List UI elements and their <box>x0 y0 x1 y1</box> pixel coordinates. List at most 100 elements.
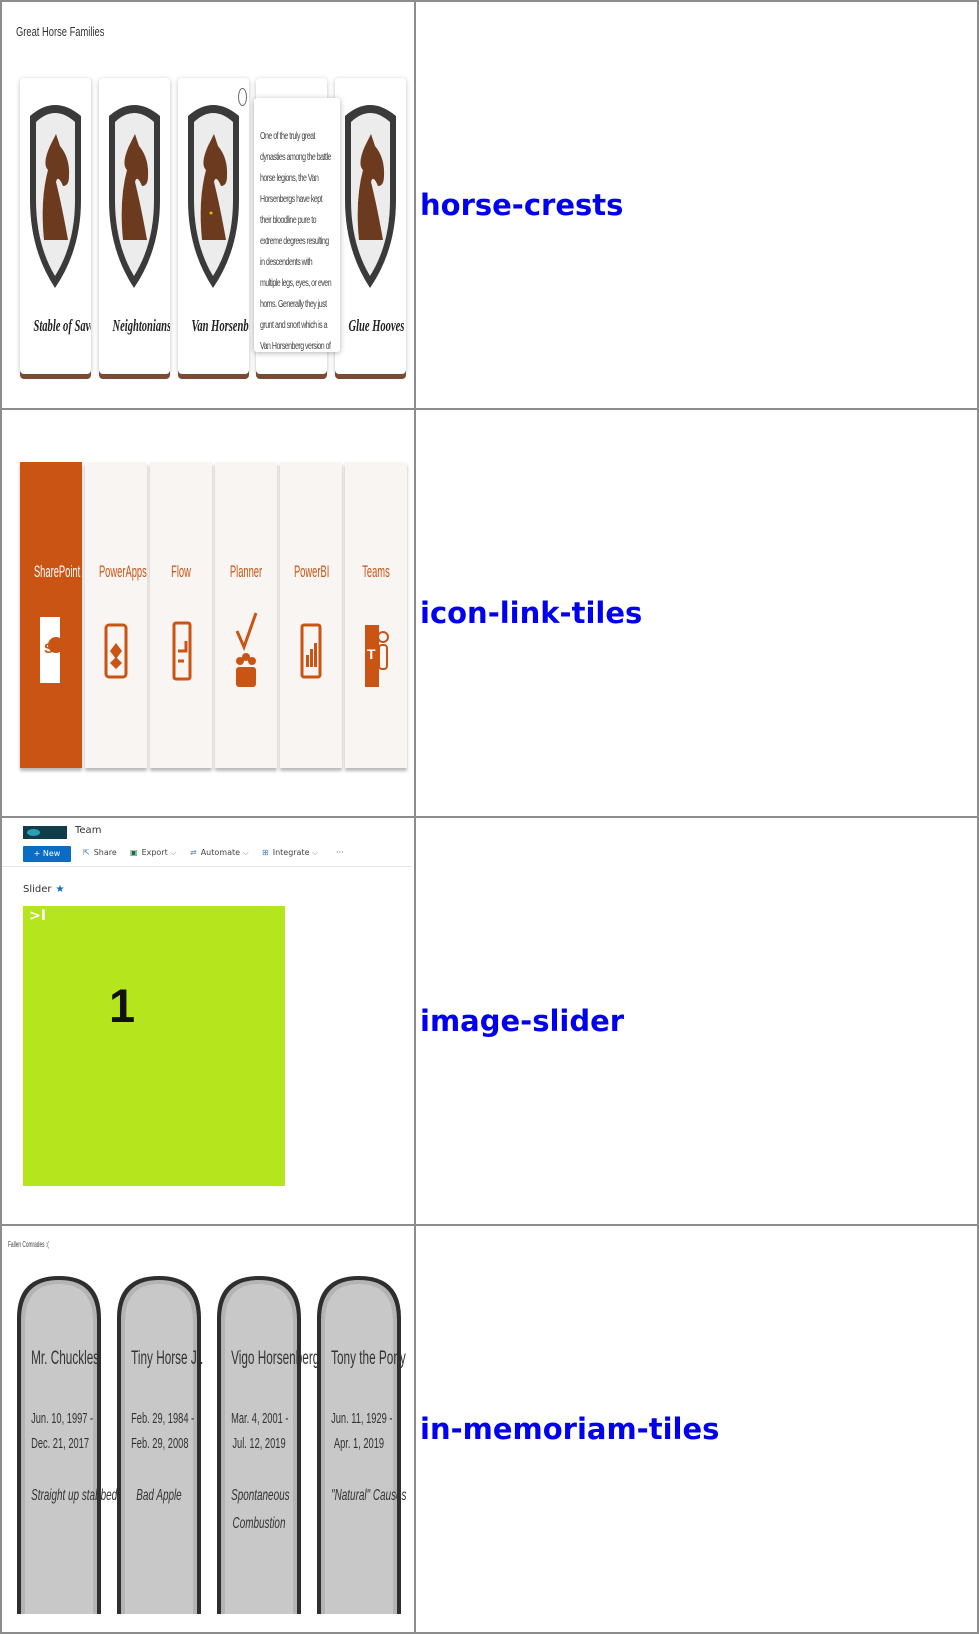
tile-flow[interactable]: Flow <box>150 462 212 768</box>
tile-label: Teams <box>362 562 390 581</box>
in-memoriam-tiles-link[interactable]: in-memoriam-tiles <box>420 1412 719 1446</box>
death-date: Jul. 12, 2019 <box>232 1435 286 1452</box>
crest-card[interactable]: Glue Hooves <box>335 78 406 374</box>
stone-dates: Jun. 10, 1997 - Dec. 21, 2017 <box>31 1406 94 1456</box>
birth-date: Feb. 29, 1984 - <box>131 1410 195 1427</box>
horse-crests-link[interactable]: horse-crests <box>420 188 623 222</box>
death-date: Apr. 1, 2019 <box>333 1435 385 1452</box>
tile-label: PowerBI <box>293 562 330 581</box>
crest-name: Stable of Savoy <box>33 316 91 335</box>
stone-cause: Straight up stabbed <box>31 1482 117 1510</box>
stone-cause: Spontaneous Combustion <box>231 1482 290 1538</box>
table-row: Team + New ⇱ Share ▣ Export ⌵ ⇌ Automate ⌵ … <box>0 816 979 1226</box>
teams-icon: T <box>356 610 396 690</box>
shield-icon <box>345 105 396 288</box>
tombstone[interactable]: Vigo Horsenberg Mar. 4, 2001 - Jul. 12, 2… <box>214 1274 320 1620</box>
crest-card[interactable]: Van Horsenbergs <box>178 78 249 374</box>
icon-link-tiles-preview: SharePoint S PowerApps Flow Planner Powe… <box>0 408 416 818</box>
section-title: Fallen Comrades :( <box>8 1240 49 1249</box>
next-slide-button[interactable]: >I <box>29 908 46 924</box>
table-row: Great Horse Families Stable of Savoy <box>0 0 979 410</box>
death-date: Dec. 21, 2017 <box>31 1435 90 1452</box>
sample-name-cell: image-slider <box>414 816 979 1226</box>
export-button[interactable]: ▣ Export ⌵ <box>130 848 176 858</box>
chevron-down-icon: ⌵ <box>242 848 249 857</box>
planner-icon <box>226 610 266 690</box>
cause-line: Combustion <box>232 1515 286 1532</box>
integrate-label: Integrate <box>272 848 310 857</box>
tile-label: Planner <box>229 562 263 581</box>
page-title-text: Slider <box>23 884 52 895</box>
page-title: Slider ★ <box>23 884 64 895</box>
integrate-icon: ⊞ <box>262 848 269 857</box>
shield-icon <box>109 105 160 288</box>
powerapps-icon <box>96 610 136 690</box>
crest-tooltip: One of the truly great dynasties among t… <box>254 98 340 352</box>
sample-name-cell: icon-link-tiles <box>414 408 979 818</box>
tile-label: Flow <box>171 562 191 581</box>
table-row: SharePoint S PowerApps Flow Planner Powe… <box>0 408 979 818</box>
stone-cause: Bad Apple <box>131 1482 187 1510</box>
share-label: Share <box>93 848 117 857</box>
sample-name-cell: horse-crests <box>414 0 979 410</box>
tile-sharepoint[interactable]: SharePoint S <box>20 462 82 768</box>
powerbi-icon <box>291 610 331 690</box>
icon-link-tiles-link[interactable]: icon-link-tiles <box>420 596 642 630</box>
stone-dates: Jun. 11, 1929 - Apr. 1, 2019 <box>331 1406 392 1456</box>
tooltip-text: One of the truly great dynasties among t… <box>260 131 332 352</box>
new-button[interactable]: + New <box>23 846 71 862</box>
share-button[interactable]: ⇱ Share <box>83 848 117 857</box>
tile-powerbi[interactable]: PowerBI <box>280 462 342 768</box>
shield-icon <box>188 105 239 288</box>
birth-date: Jun. 10, 1997 - <box>31 1410 94 1427</box>
crest-name: Glue Hooves <box>348 316 405 335</box>
table-row: Fallen Comrades :( Mr. Chuckles Jun. 10,… <box>0 1224 979 1634</box>
image-slider-link[interactable]: image-slider <box>420 1004 624 1038</box>
stone-name: Tony the Pony <box>331 1348 406 1369</box>
tile-planner[interactable]: Planner <box>215 462 277 768</box>
slide[interactable]: >I 1 <box>23 906 285 1186</box>
sample-name-cell: in-memoriam-tiles <box>414 1224 979 1634</box>
svg-text:S: S <box>44 640 53 656</box>
tile-teams[interactable]: Teams T <box>345 462 407 768</box>
crest-card[interactable]: Stable of Savoy <box>20 78 91 374</box>
star-icon[interactable]: ★ <box>56 884 65 895</box>
chevron-down-icon: ⌵ <box>312 848 319 857</box>
in-memoriam-preview: Fallen Comrades :( Mr. Chuckles Jun. 10,… <box>0 1224 416 1634</box>
share-icon: ⇱ <box>83 848 90 857</box>
site-header: Team <box>3 819 412 842</box>
slide-number: 1 <box>109 979 136 1032</box>
automate-button[interactable]: ⇌ Automate ⌵ <box>190 848 249 858</box>
site-logo[interactable] <box>23 826 67 839</box>
stone-dates: Mar. 4, 2001 - Jul. 12, 2019 <box>231 1406 289 1456</box>
crest-name: Neightonians <box>112 316 170 335</box>
svg-text:T: T <box>367 646 376 662</box>
samples-table: Great Horse Families Stable of Savoy <box>0 0 979 1634</box>
cause-line: Bad Apple <box>136 1487 182 1504</box>
automate-icon: ⇌ <box>190 848 197 857</box>
stone-name: Vigo Horsenberg <box>231 1348 320 1369</box>
more-button[interactable]: ··· <box>336 848 344 857</box>
chevron-down-icon: ⌵ <box>170 848 177 857</box>
automate-label: Automate <box>200 848 241 857</box>
integrate-button[interactable]: ⊞ Integrate ⌵ <box>262 848 318 858</box>
tombstone[interactable]: Mr. Chuckles Jun. 10, 1997 - Dec. 21, 201… <box>14 1274 117 1620</box>
section-title: Great Horse Families <box>16 24 105 39</box>
cause-line: Spontaneous <box>231 1487 290 1504</box>
excel-icon: ▣ <box>130 848 138 857</box>
stone-name: Mr. Chuckles <box>31 1348 100 1369</box>
tombstone[interactable]: Tiny Horse Jr. Feb. 29, 1984 - Feb. 29, 2… <box>114 1274 204 1620</box>
crest-card[interactable]: Neightonians <box>99 78 170 374</box>
site-name[interactable]: Team <box>75 825 101 836</box>
tile-label: PowerApps <box>98 562 147 581</box>
image-slider-preview: Team + New ⇱ Share ▣ Export ⌵ ⇌ Automate ⌵ … <box>0 816 416 1226</box>
export-label: Export <box>141 848 168 857</box>
tile-powerapps[interactable]: PowerApps <box>85 462 147 768</box>
hover-indicator <box>238 88 247 106</box>
stone-cause: "Natural" Causes <box>331 1482 406 1510</box>
stone-name: Tiny Horse Jr. <box>131 1348 204 1369</box>
tombstone[interactable]: Tony the Pony Jun. 11, 1929 - Apr. 1, 201… <box>314 1274 407 1620</box>
death-date: Feb. 29, 2008 <box>131 1435 189 1452</box>
tile-label: SharePoint <box>33 562 81 581</box>
birth-date: Mar. 4, 2001 - <box>231 1410 289 1427</box>
